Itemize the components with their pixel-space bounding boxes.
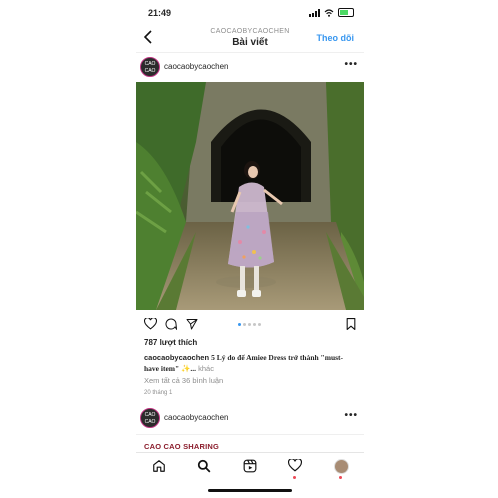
battery-icon: [338, 8, 354, 17]
heart-icon: [143, 317, 158, 330]
post-username[interactable]: caocaobycaochen: [164, 62, 229, 71]
status-time: 21:49: [148, 8, 172, 18]
more-options-button[interactable]: •••: [344, 410, 358, 421]
avatar[interactable]: CAO CAO: [140, 408, 160, 428]
next-post-author-bar: CAO CAO caocaobycaochen •••: [136, 404, 364, 432]
carousel-dot: [243, 323, 246, 326]
search-icon: [197, 459, 211, 473]
heart-icon: [287, 458, 303, 472]
like-button[interactable]: [143, 317, 158, 335]
bottom-tab-bar: [136, 452, 364, 481]
status-bar: 21:49: [136, 6, 364, 22]
share-button[interactable]: [186, 317, 198, 335]
photo-illustration: [136, 82, 364, 310]
caption-more-link[interactable]: khác: [198, 364, 214, 373]
save-button[interactable]: [346, 317, 356, 335]
send-icon: [186, 319, 198, 330]
wifi-icon: [324, 8, 334, 17]
carousel-dot: [248, 323, 251, 326]
tab-activity[interactable]: [287, 458, 303, 477]
phone-screen: 21:49 CAOCAOBYCAOCHEN Bài viết Theo dõi …: [136, 0, 364, 498]
tab-profile[interactable]: [334, 459, 349, 474]
next-post-caption: CAO CAO SHARING: [144, 442, 220, 451]
carousel-indicator: [238, 323, 261, 326]
caption-username[interactable]: caocaobycaochen: [144, 353, 209, 362]
comment-icon: [165, 318, 178, 331]
system-indicators: [309, 8, 354, 17]
profile-avatar: [334, 459, 349, 474]
post-caption: caocaobycaochen 5 Lý do để Amiee Dress t…: [144, 352, 356, 374]
follow-button[interactable]: Theo dõi: [317, 33, 355, 43]
avatar[interactable]: CAO CAO: [140, 57, 160, 77]
tab-home[interactable]: [152, 459, 166, 478]
reels-icon: [243, 459, 257, 473]
tab-search[interactable]: [197, 459, 211, 478]
home-icon: [153, 460, 165, 472]
next-post-username[interactable]: caocaobycaochen: [164, 413, 229, 422]
home-indicator[interactable]: [208, 489, 292, 492]
post-author-bar: CAO CAO caocaobycaochen •••: [136, 53, 364, 81]
more-options-button[interactable]: •••: [344, 59, 358, 70]
carousel-dot-active: [238, 323, 241, 326]
post-actions: [136, 314, 364, 334]
carousel-dot: [253, 323, 256, 326]
view-comments-link[interactable]: Xem tất cả 36 bình luận: [144, 376, 223, 385]
post-divider: [136, 434, 364, 435]
tab-reels[interactable]: [243, 459, 257, 478]
post-header: CAOCAOBYCAOCHEN Bài viết Theo dõi: [136, 24, 364, 50]
like-count[interactable]: 787 lượt thích: [144, 338, 197, 347]
bookmark-icon: [346, 318, 356, 330]
carousel-dot: [258, 323, 261, 326]
comment-button[interactable]: [165, 317, 178, 335]
post-date: 20 tháng 1: [144, 390, 173, 396]
signal-icon: [309, 8, 320, 17]
profile-notification-dot: [339, 476, 342, 479]
activity-notification-dot: [293, 476, 296, 479]
post-image[interactable]: [136, 82, 364, 310]
